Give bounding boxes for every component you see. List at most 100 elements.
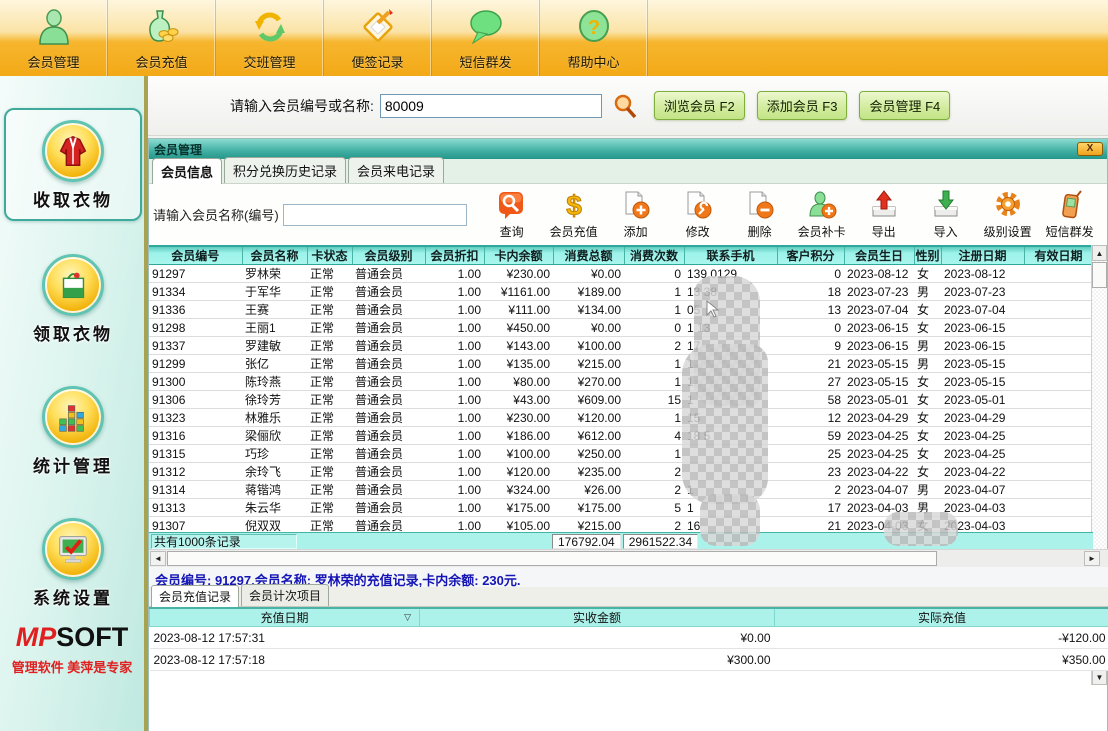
recharge-table: 充值日期▽ 实收金额 实际充值 2023-08-12 17:57:31¥0.00…: [149, 607, 1108, 671]
column-header[interactable]: 有效日期: [1024, 246, 1093, 265]
table-cell: 59: [777, 427, 844, 445]
search-label: 请输入会员编号或名称:: [230, 96, 374, 116]
sidebar-item-retrieve-clothes[interactable]: 领取衣物: [4, 244, 142, 353]
top-item-member-manage[interactable]: 会员管理: [0, 0, 108, 76]
top-item-sms-send[interactable]: 短信群发: [432, 0, 540, 76]
tab-points-history[interactable]: 积分兑换历史记录: [224, 157, 346, 183]
table-row[interactable]: 91337罗建敏正常普通会员1.00¥143.00¥100.0021792023…: [149, 337, 1093, 355]
table-row[interactable]: 91315巧珍正常普通会员1.00¥100.00¥250.001252023-0…: [149, 445, 1093, 463]
import-button[interactable]: 导入: [915, 189, 977, 240]
column-header[interactable]: 卡内余额: [484, 246, 553, 265]
member-search-input[interactable]: [380, 94, 602, 118]
member-manage-button[interactable]: 会员管理 F4: [859, 91, 950, 120]
table-row[interactable]: 91316梁俪欣正常普通会员1.00¥186.00¥612.00418 5592…: [149, 427, 1093, 445]
table-row[interactable]: 2023-08-12 17:57:18¥300.00¥350.00: [150, 649, 1108, 671]
table-cell: 女: [914, 301, 941, 319]
tab-call-records[interactable]: 会员来电记录: [348, 157, 444, 183]
sidebar-item-statistics[interactable]: 统计管理: [4, 376, 142, 485]
table-cell: [1024, 481, 1093, 499]
column-header[interactable]: 客户积分: [777, 246, 844, 265]
table-cell: 1.00: [425, 265, 484, 283]
query-button[interactable]: 查询: [481, 189, 543, 240]
tab-count-items[interactable]: 会员计次项目: [241, 584, 329, 606]
top-item-shift-manage[interactable]: 交班管理: [216, 0, 324, 76]
table-row[interactable]: 91323林雅乐正常普通会员1.00¥230.00¥120.0011512202…: [149, 409, 1093, 427]
tab-member-info[interactable]: 会员信息: [152, 158, 222, 184]
table-cell: 9: [777, 337, 844, 355]
table-cell: 2023-05-01: [844, 391, 914, 409]
table-row[interactable]: 91299张亿正常普通会员1.00¥135.00¥215.0011 302120…: [149, 355, 1093, 373]
column-header[interactable]: 充值日期▽: [150, 608, 420, 627]
column-header[interactable]: 会员名称: [242, 246, 307, 265]
sidebar-item-collect-clothes[interactable]: 收取衣物: [4, 108, 142, 221]
table-row[interactable]: 91336王赛正常普通会员1.00¥111.00¥134.001 0513202…: [149, 301, 1093, 319]
exit-button[interactable]: 退出: [1101, 189, 1108, 240]
tab-recharge-records[interactable]: 会员充值记录: [151, 585, 239, 607]
table-cell: 罗林荣: [242, 265, 307, 283]
scroll-right-icon[interactable]: ►: [1084, 551, 1100, 566]
search-magnifier-icon[interactable]: [612, 93, 638, 119]
table-cell: ¥235.00: [553, 463, 624, 481]
browse-members-button[interactable]: 浏览会员 F2: [654, 91, 745, 120]
table-row[interactable]: 91312余玲飞正常普通会员1.00¥120.00¥235.002232023-…: [149, 463, 1093, 481]
sum-consume: 2961522.34: [623, 534, 698, 549]
top-item-label: 便签记录: [351, 52, 403, 71]
table-row[interactable]: 2023-08-12 17:57:31¥0.00-¥120.00: [150, 627, 1108, 649]
column-header[interactable]: 会员编号: [149, 246, 242, 265]
delete-button[interactable]: 删除: [729, 189, 791, 240]
scroll-up-icon[interactable]: ▲: [1092, 245, 1107, 261]
members-table-header: 会员编号 会员名称 卡状态 会员级别 会员折扣 卡内余额 消费总额 消费次数 联…: [149, 246, 1093, 265]
record-count: 共有1000条记录: [151, 534, 297, 549]
scroll-down-icon[interactable]: ▼: [1092, 669, 1107, 685]
table-cell: ¥135.00: [484, 355, 553, 373]
column-header[interactable]: 会员生日: [844, 246, 914, 265]
column-header[interactable]: 消费总额: [553, 246, 624, 265]
column-header[interactable]: 实际充值: [775, 608, 1108, 627]
window-titlebar[interactable]: 会员管理 X: [149, 139, 1107, 159]
column-header[interactable]: 性别: [914, 246, 941, 265]
horizontal-scrollbar[interactable]: ◄ ►: [149, 549, 1108, 567]
member-filter-input[interactable]: [283, 204, 467, 226]
vertical-scroll-thumb[interactable]: [1092, 262, 1107, 288]
table-row[interactable]: 91297罗林荣正常普通会员1.00¥230.00¥0.000139 01290…: [149, 265, 1093, 283]
column-header[interactable]: 卡状态: [307, 246, 352, 265]
table-cell: 91334: [149, 283, 242, 301]
table-cell: 2: [777, 481, 844, 499]
column-header[interactable]: 会员折扣: [425, 246, 484, 265]
top-item-help-center[interactable]: ? 帮助中心: [540, 0, 648, 76]
table-cell: [1024, 409, 1093, 427]
window-tab-strip: 会员信息 积分兑换历史记录 会员来电记录: [149, 159, 1107, 184]
edit-button[interactable]: 修改: [667, 189, 729, 240]
column-header[interactable]: 实收金额: [420, 608, 775, 627]
sidebar-item-system-settings[interactable]: 系统设置: [4, 508, 142, 617]
table-cell: 91337: [149, 337, 242, 355]
reissue-card-button[interactable]: 会员补卡: [791, 189, 853, 240]
table-row[interactable]: 91300陈玲燕正常普通会员1.00¥80.00¥270.0011272023-…: [149, 373, 1093, 391]
column-header[interactable]: 联系手机: [684, 246, 777, 265]
gear-icon: [992, 189, 1024, 221]
table-row[interactable]: 91334于军华正常普通会员1.00¥1161.00¥189.00113 381…: [149, 283, 1093, 301]
table-cell: 普通会员: [352, 445, 425, 463]
add-button[interactable]: 添加: [605, 189, 667, 240]
export-button[interactable]: 导出: [853, 189, 915, 240]
add-member-button[interactable]: 添加会员 F3: [757, 91, 848, 120]
table-cell: 王丽1: [242, 319, 307, 337]
member-recharge-button[interactable]: $ 会员充值: [543, 189, 605, 240]
sms-group-button[interactable]: 短信群发: [1039, 189, 1101, 240]
level-settings-button[interactable]: 级别设置: [977, 189, 1039, 240]
table-cell: 1: [624, 283, 684, 301]
table-cell: 1: [624, 301, 684, 319]
close-icon[interactable]: X: [1077, 142, 1103, 156]
table-cell: [1024, 283, 1093, 301]
column-header[interactable]: 消费次数: [624, 246, 684, 265]
column-header[interactable]: 注册日期: [941, 246, 1024, 265]
top-item-member-recharge[interactable]: 会员充值: [108, 0, 216, 76]
table-cell: 余玲飞: [242, 463, 307, 481]
scroll-left-icon[interactable]: ◄: [150, 551, 166, 566]
horizontal-scroll-thumb[interactable]: [167, 551, 937, 566]
column-header[interactable]: 会员级别: [352, 246, 425, 265]
table-row[interactable]: 91314蒋锴鸿正常普通会员1.00¥324.00¥26.002122023-0…: [149, 481, 1093, 499]
top-item-note-record[interactable]: 便签记录: [324, 0, 432, 76]
table-row[interactable]: 91306徐玲芳正常普通会员1.00¥43.00¥609.00151582023…: [149, 391, 1093, 409]
table-row[interactable]: 91298王丽1正常普通会员1.00¥450.00¥0.0001 1302023…: [149, 319, 1093, 337]
